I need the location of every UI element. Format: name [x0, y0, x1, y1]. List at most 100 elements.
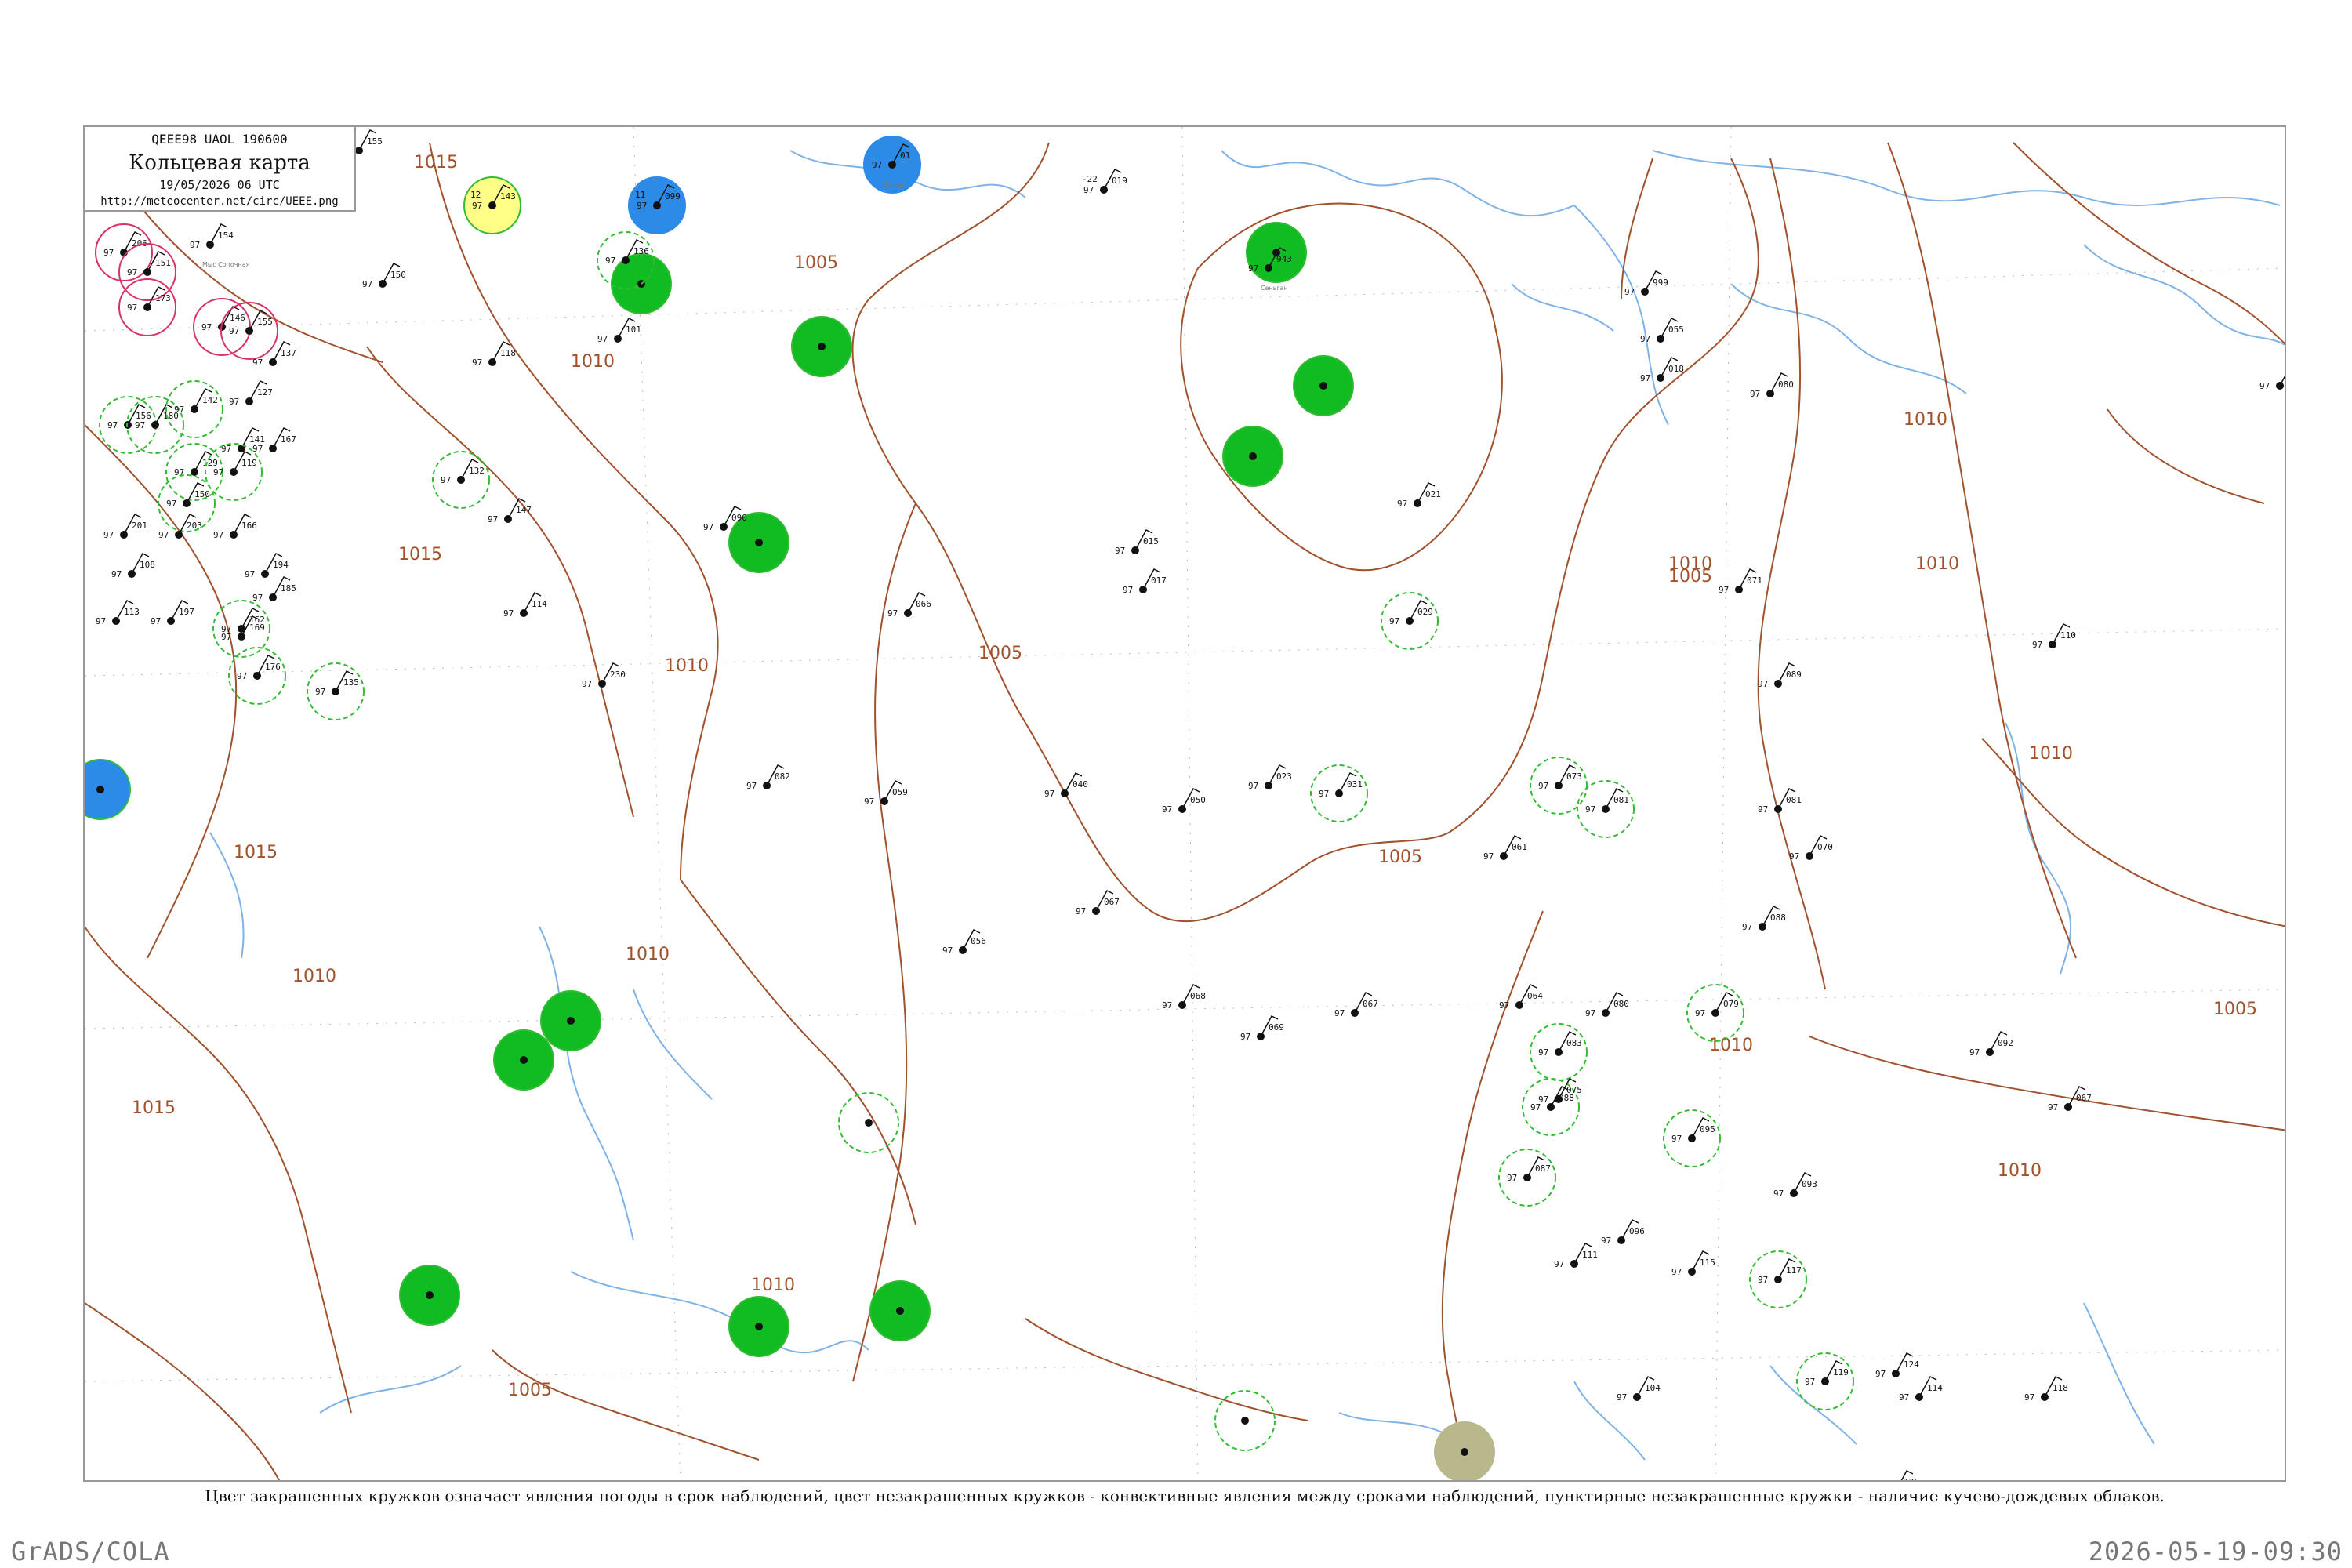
source-url[interactable]: http://meteocenter.net/circ/UEEE.png — [85, 195, 354, 208]
station-temp: 97 — [1758, 679, 1768, 689]
station-temp: 97 — [1554, 1259, 1564, 1269]
station-plot[interactable]: 050 97 — [1162, 788, 1206, 815]
station-plot[interactable]: 110 97 — [2032, 623, 2076, 650]
station-plot[interactable]: 083 97 — [1530, 1023, 1588, 1081]
isobar-label: 1010 — [1904, 410, 1947, 430]
station-plot[interactable]: 113 97 — [96, 600, 140, 626]
station-plot[interactable]: 068 97 — [1162, 984, 1206, 1011]
station-plot[interactable]: 066 97 — [887, 592, 931, 619]
station-plot[interactable]: 155 97 — [220, 302, 278, 360]
station-plot[interactable]: 095 97 — [1663, 1109, 1721, 1167]
station-plot[interactable]: 055 97 — [1640, 318, 1684, 344]
station-temp: 97 — [942, 946, 953, 956]
station-plot[interactable]: 117 97 — [1749, 1250, 1807, 1308]
station-temp: 97 — [1773, 1189, 1784, 1199]
station-plot[interactable]: 111 97 — [1554, 1243, 1598, 1269]
station-layer: 1559708143971209997110197Тикси01997-2215… — [85, 129, 2286, 1482]
station-plot[interactable]: 073 97 — [1530, 757, 1588, 815]
station-dot — [1241, 1417, 1249, 1425]
station-plot[interactable]: 118 97 — [2024, 1376, 2068, 1403]
station-pressure: 114 — [532, 599, 547, 609]
station-temp: 97 — [1538, 781, 1548, 791]
station-plot[interactable]: 114 97 — [1899, 1376, 1943, 1403]
station-plot[interactable]: 021 97 — [1397, 482, 1441, 509]
station-plot[interactable]: 201 97 — [103, 514, 147, 540]
station-pressure: 064 — [1527, 991, 1543, 1001]
station-plot[interactable]: 150 97 — [362, 263, 406, 289]
station-plot[interactable]: 089 97 — [1758, 662, 1802, 689]
station-plot[interactable]: 185 97 — [252, 576, 296, 603]
station-plot[interactable]: 203 97 — [158, 514, 202, 540]
station-plot[interactable]: 080 97 — [1585, 992, 1629, 1018]
station-plot[interactable]: 067 97 — [2048, 1086, 2092, 1112]
station-plot[interactable]: 019 97-22 — [1082, 169, 1127, 195]
station-plot[interactable]: 151 97 — [118, 243, 176, 301]
station-plot[interactable]: 018 97 — [1640, 357, 1684, 383]
station-plot[interactable]: 173 97 — [118, 278, 176, 336]
station-plot[interactable]: 070 97 — [1789, 835, 1833, 862]
station-plot[interactable]: 093 97 — [1773, 1172, 1817, 1199]
station-plot[interactable]: 029 97 — [1381, 592, 1439, 650]
station-plot[interactable]: 12697 — [1875, 1470, 1919, 1482]
station-plot[interactable]: 075 97 — [1538, 1078, 1582, 1105]
station-plot[interactable]: 067 97 — [1076, 890, 1120, 916]
station-plot[interactable]: 154 97 Мыс Сопочная — [190, 223, 250, 268]
station-plot[interactable]: 176 97 — [228, 647, 286, 705]
station-plot[interactable]: 166 97 — [213, 514, 257, 540]
station-plot[interactable]: 118 97 — [472, 341, 516, 368]
station-pressure: 056 — [971, 936, 986, 946]
station-plot[interactable]: 119 97 — [1796, 1352, 1854, 1410]
isobar-label: 1010 — [751, 1276, 795, 1295]
station-plot[interactable]: 059 97 — [864, 780, 908, 807]
station-name: Сеньган — [1261, 285, 1288, 292]
station-plot[interactable]: 114 97 — [503, 592, 547, 619]
station-plot[interactable]: 142 97 — [165, 380, 223, 438]
station-plot[interactable]: 15397 — [2259, 365, 2286, 391]
station-plot[interactable]: 061 97 — [1483, 835, 1527, 862]
station-plot[interactable]: 01 97 Тикси — [863, 136, 921, 194]
station-pressure: 083 — [1566, 1038, 1582, 1048]
station-plot[interactable]: 087 97 — [1498, 1149, 1556, 1207]
station-plot[interactable]: 064 97 — [1499, 984, 1543, 1011]
station-plot[interactable]: 115 97 — [1671, 1250, 1715, 1277]
station-plot[interactable]: 099 9711 — [628, 176, 686, 234]
station-pressure: 143 — [500, 191, 516, 201]
station-temp: 97 — [213, 467, 223, 477]
station-plot[interactable]: 071 97 — [1719, 568, 1762, 595]
station-plot[interactable]: 015 97 — [1115, 529, 1159, 556]
station-plot[interactable]: 124 97 — [1875, 1352, 1919, 1379]
station-plot[interactable]: 040 97 — [1044, 772, 1088, 799]
station-plot[interactable]: 069 97 — [1240, 1015, 1284, 1042]
station-plot[interactable]: 023 97 — [1248, 764, 1292, 791]
station-plot[interactable]: 137 97 — [252, 341, 296, 368]
station-plot[interactable]: 143 9712 — [463, 176, 521, 234]
station-plot[interactable]: 079 97 — [1686, 984, 1744, 1042]
station-temp: 97 — [127, 267, 137, 278]
station-plot[interactable]: 108 97 — [111, 553, 155, 579]
station-pressure: 095 — [1700, 1124, 1715, 1134]
station-plot[interactable]: 194 97 — [245, 553, 289, 579]
station-plot[interactable]: 031 97 — [1310, 764, 1368, 822]
isobar-label: 1010 — [665, 656, 709, 676]
station-plot[interactable]: 081 97 — [1758, 788, 1802, 815]
station-plot[interactable]: 127 97 — [229, 380, 273, 407]
station-plot[interactable]: 135 97 — [307, 662, 365, 720]
station-plot[interactable]: 067 97 — [1334, 992, 1378, 1018]
station-plot[interactable]: 101 97 — [597, 318, 641, 344]
station-plot[interactable]: 230 97 — [582, 662, 626, 689]
station-temp: 97 — [1719, 585, 1729, 595]
station-plot[interactable]: 082 97 — [746, 764, 790, 791]
station-plot[interactable]: 080 97 — [1750, 372, 1794, 399]
station-plot[interactable]: 017 97 — [1123, 568, 1167, 595]
station-pressure: 126 — [1904, 1477, 1919, 1482]
station-plot[interactable]: 056 97 — [942, 929, 986, 956]
station-plot[interactable]: 096 97 — [1601, 1219, 1645, 1246]
station-plot[interactable]: 088 97 — [1742, 906, 1786, 932]
station-plot[interactable]: 197 97 — [151, 600, 194, 626]
station-pressure: 115 — [1700, 1258, 1715, 1268]
station-plot[interactable]: 104 97 — [1617, 1376, 1661, 1403]
station-plot[interactable]: 092 97 — [1969, 1031, 2013, 1058]
station-plot[interactable]: 081 97 — [1577, 780, 1635, 838]
station-pressure: 104 — [1645, 1383, 1661, 1393]
station-plot[interactable]: 147 97 — [488, 498, 532, 524]
